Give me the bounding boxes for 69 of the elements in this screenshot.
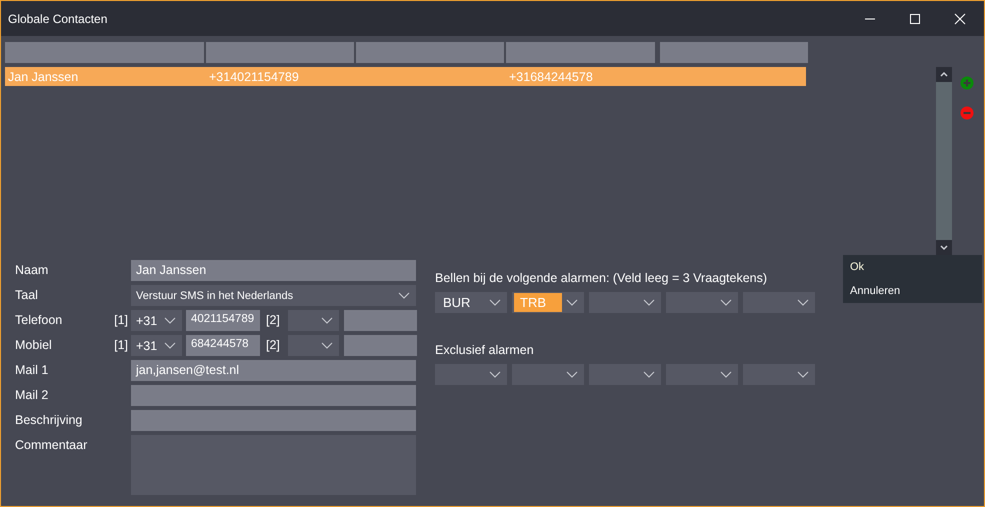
- field-label: Mail 2: [15, 387, 50, 402]
- field-label: Commentaar: [15, 437, 88, 452]
- scrollbar[interactable]: [936, 67, 952, 255]
- chevron-icon: [489, 371, 501, 378]
- add-icon[interactable]: [960, 76, 974, 90]
- field-label: Mail 1: [15, 362, 50, 377]
- chevron-icon: [720, 371, 732, 378]
- window-title: Globale Contacten: [8, 12, 108, 26]
- country-code-dropdown[interactable]: +31: [131, 310, 182, 331]
- remove-icon[interactable]: [960, 106, 974, 120]
- index-label: [2]: [265, 337, 281, 352]
- table-cell-text: +314021154789: [209, 70, 300, 84]
- input-field[interactable]: Jan Janssen: [131, 260, 416, 281]
- column-header[interactable]: [356, 42, 504, 63]
- section-label: Exclusief alarmen: [435, 343, 534, 357]
- input-field[interactable]: jan,jansen@test.nl: [131, 360, 416, 381]
- section-label: Bellen bij de volgende alarmen: (Veld leeg = 3 Vraagtekens): [435, 271, 768, 285]
- column-header[interactable]: [660, 42, 808, 63]
- phone-number-field[interactable]: 684244578: [186, 335, 260, 356]
- chevron-icon: [398, 292, 410, 299]
- chevron-icon: [566, 371, 578, 378]
- alarm-dropdown[interactable]: [743, 292, 815, 313]
- phone-number-field[interactable]: [344, 310, 417, 331]
- chevron-icon: [797, 371, 809, 378]
- alarm-dropdown[interactable]: [589, 292, 661, 313]
- field-label: Beschrijving: [15, 412, 84, 427]
- field-label: Naam: [15, 262, 50, 277]
- input-field[interactable]: [131, 410, 416, 431]
- chevron-icon: [797, 299, 809, 306]
- column-header[interactable]: [206, 42, 354, 63]
- field-label: Taal: [15, 287, 39, 302]
- field-label: Telefoon: [15, 312, 64, 327]
- alarm-dropdown[interactable]: [743, 364, 815, 385]
- alarm-dropdown[interactable]: BUR: [435, 292, 507, 313]
- country-code-dropdown[interactable]: +31: [131, 335, 182, 356]
- language-dropdown[interactable]: Verstuur SMS in het Nederlands: [131, 285, 416, 306]
- chevron-icon: [489, 299, 501, 306]
- alarm-dropdown[interactable]: [666, 364, 738, 385]
- chevron-icon: [643, 371, 655, 378]
- country-code-dropdown[interactable]: [288, 335, 339, 356]
- maximize-icon[interactable]: [909, 12, 921, 24]
- alarm-dropdown[interactable]: [666, 292, 738, 313]
- index-label: [1]: [113, 312, 128, 327]
- scroll-down-icon[interactable]: [936, 240, 952, 255]
- cancel-button[interactable]: Annuleren: [843, 279, 982, 303]
- chevron-icon: [321, 317, 333, 324]
- chevron-icon: [164, 317, 176, 324]
- chevron-icon: [720, 299, 732, 306]
- index-label: [1]: [113, 337, 128, 352]
- country-code-dropdown[interactable]: [288, 310, 339, 331]
- chevron-icon: [643, 299, 655, 306]
- chevron-icon: [321, 342, 333, 349]
- scroll-up-icon[interactable]: [936, 67, 952, 82]
- column-header[interactable]: [5, 42, 204, 63]
- phone-number-field[interactable]: [344, 335, 417, 356]
- input-field[interactable]: [131, 385, 416, 406]
- alarm-dropdown[interactable]: [435, 364, 507, 385]
- ok-button[interactable]: Ok: [843, 255, 982, 279]
- chevron-icon: [566, 299, 578, 306]
- table-cell: +31684244578: [509, 70, 593, 84]
- close-icon[interactable]: [954, 12, 966, 24]
- table-cell-text: Jan Janssen: [8, 70, 80, 84]
- index-label: [2]: [265, 312, 281, 327]
- column-header[interactable]: [506, 42, 655, 63]
- phone-number-field[interactable]: 4021154789: [186, 310, 260, 331]
- chevron-icon: [164, 342, 176, 349]
- field-label: Mobiel: [15, 337, 53, 352]
- alarm-dropdown[interactable]: [512, 364, 584, 385]
- alarm-dropdown[interactable]: [589, 364, 661, 385]
